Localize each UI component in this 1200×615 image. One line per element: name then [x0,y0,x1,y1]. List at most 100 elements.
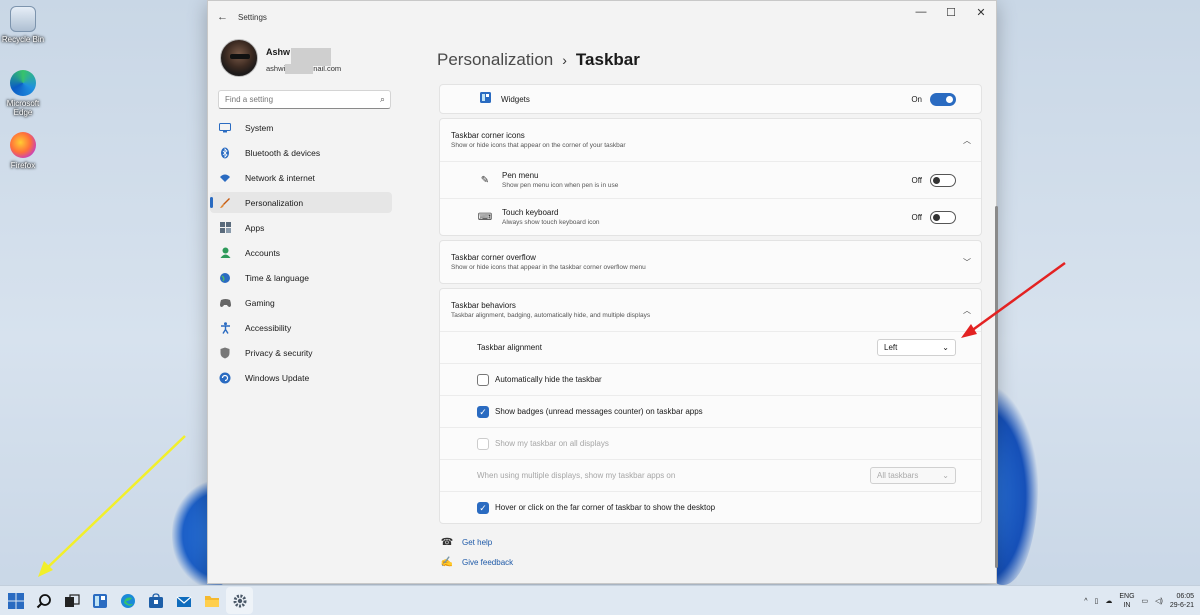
sidebar-item-time-language[interactable]: Time & language [210,267,392,288]
widgets-card: Widgets On [439,84,982,114]
back-arrow-icon[interactable]: ← [217,11,228,23]
avatar [220,39,258,77]
feedback-icon: ✍ [440,557,454,568]
pen-icon: ✎ [480,174,490,186]
sidebar-item-label: Network & internet [245,172,315,183]
store-button[interactable] [142,587,169,614]
widgets-state: On [911,94,922,104]
alignment-label: Taskbar alignment [477,343,542,352]
profile-name: Ashw [266,43,341,66]
corner-icons-card: Taskbar corner icons Show or hide icons … [439,118,982,236]
clock-date: 29-6-21 [1169,602,1194,609]
touch-keyboard-toggle[interactable] [930,210,956,224]
keyboard-icon: ⌨ [477,211,493,223]
desktop-recycle-bin[interactable]: Recycle Bin [0,6,46,44]
sidebar-item-system[interactable]: System [210,117,392,138]
close-button[interactable]: ✕ [966,1,996,23]
maximize-button[interactable]: ☐ [936,1,966,23]
task-view-button[interactable] [58,587,85,614]
give-feedback-link[interactable]: ✍ Give feedback [439,557,513,568]
usb-icon[interactable]: ▯ [1094,597,1098,605]
pen-menu-text: Pen menu Show pen menu icon when pen is … [502,171,618,189]
cloud-icon[interactable]: ☁ [1105,597,1112,605]
help-links: ☎ Get help ✍ Give feedback [439,537,513,577]
sidebar-item-accessibility[interactable]: Accessibility [210,317,392,338]
badges-row: ✓ Show badges (unread messages counter) … [440,395,981,427]
sidebar-item-bluetooth[interactable]: Bluetooth & devices [210,142,392,163]
all-displays-checkbox[interactable] [477,437,489,450]
auto-hide-checkbox[interactable] [477,373,489,386]
sidebar-item-network[interactable]: Network & internet [210,167,392,188]
breadcrumb-separator: › [562,52,567,68]
sidebar-item-privacy-security[interactable]: Privacy & security [210,342,392,363]
widgets-row: Widgets On [440,85,981,113]
user-profile[interactable]: Ashw ashwi nail.com [220,39,341,77]
clock-time: 06:05 [1176,593,1194,600]
minimize-button[interactable]: — [906,1,936,23]
profile-email-prefix: ashwi [266,64,286,73]
widgets-button[interactable] [86,587,113,614]
folder-icon [204,595,219,607]
search-icon: ⌕ [379,94,385,104]
sidebar-item-label: Accessibility [245,322,292,333]
behaviors-header[interactable]: Taskbar behaviors Taskbar alignment, bad… [440,289,981,331]
sidebar-item-label: Personalization [245,197,304,208]
search-input[interactable] [219,91,369,108]
touch-keyboard-label: Touch keyboard [502,208,559,217]
desktop-icon-label: Microsoft Edge [6,99,40,117]
desktop-icon-label: Firefox [10,161,36,170]
search-box[interactable]: ⌕ [218,90,391,109]
corner-overflow-header[interactable]: Taskbar corner overflow Show or hide ico… [440,241,981,283]
corner-overflow-card: Taskbar corner overflow Show or hide ico… [439,240,982,284]
corner-overflow-title: Taskbar corner overflow [451,253,536,262]
volume-icon[interactable]: ◁) [1155,597,1163,605]
taskbar-search-button[interactable] [30,587,57,614]
get-help-link[interactable]: ☎ Get help [439,537,513,548]
settings-content: Widgets On Taskbar corner icons Show or … [439,84,982,528]
pen-menu-toggle[interactable] [930,173,956,187]
mail-button[interactable] [170,587,197,614]
far-corner-checkbox[interactable]: ✓ [477,501,489,514]
sidebar-item-personalization[interactable]: Personalization [210,192,392,213]
pen-menu-toggle-group: Off [911,173,956,187]
sidebar-item-windows-update[interactable]: Windows Update [210,367,392,388]
clock[interactable]: 06:05 29-6-21 [1170,592,1194,610]
file-explorer-button[interactable] [198,587,225,614]
all-displays-label: Show my taskbar on all displays [495,439,609,448]
language-indicator[interactable]: ENG IN [1119,592,1134,610]
sidebar-item-label: Windows Update [245,372,310,383]
sidebar-item-label: System [245,122,274,133]
far-corner-row: ✓ Hover or click on the far corner of ta… [440,491,981,523]
brush-icon [218,196,232,210]
far-corner-label: Hover or click on the far corner of task… [495,503,716,512]
page-title: Taskbar [575,50,640,69]
alignment-dropdown[interactable]: Left ⌄ [877,339,956,356]
chevron-up-icon[interactable]: ^ [1084,598,1087,605]
start-button[interactable] [2,587,29,614]
pen-menu-row: ✎ Pen menu Show pen menu icon when pen i… [440,161,981,198]
chevron-up-icon[interactable]: ︿ [963,135,971,146]
sidebar-item-label: Apps [245,222,265,233]
widgets-toggle[interactable] [930,92,956,106]
desktop-firefox[interactable]: Firefox [0,132,46,170]
corner-icons-header[interactable]: Taskbar corner icons Show or hide icons … [440,119,981,161]
system-icon [218,121,232,135]
behaviors-card: Taskbar behaviors Taskbar alignment, bad… [439,288,982,524]
network-icon[interactable]: ▭ [1142,597,1149,605]
sidebar-item-accounts[interactable]: Accounts [210,242,392,263]
sidebar-item-gaming[interactable]: Gaming [210,292,392,313]
redaction-block [291,47,332,66]
breadcrumb-parent[interactable]: Personalization [437,50,553,70]
edge-button[interactable] [114,587,141,614]
badges-checkbox[interactable]: ✓ [477,405,489,418]
multi-display-dropdown[interactable]: All taskbars ⌄ [870,467,956,484]
sidebar-nav: System Bluetooth & devices Network & int… [210,117,392,392]
touch-keyboard-text: Touch keyboard Always show touch keyboar… [502,208,600,226]
sidebar-item-apps[interactable]: Apps [210,217,392,238]
settings-taskbar-button[interactable] [226,587,253,614]
pen-menu-desc: Show pen menu icon when pen is in use [502,182,619,189]
desktop-edge[interactable]: Microsoft Edge [0,70,46,117]
alignment-row: Taskbar alignment Left ⌄ [440,331,981,363]
yellow-arrow-annotation [38,435,186,577]
multi-display-value: All taskbars [877,471,919,480]
